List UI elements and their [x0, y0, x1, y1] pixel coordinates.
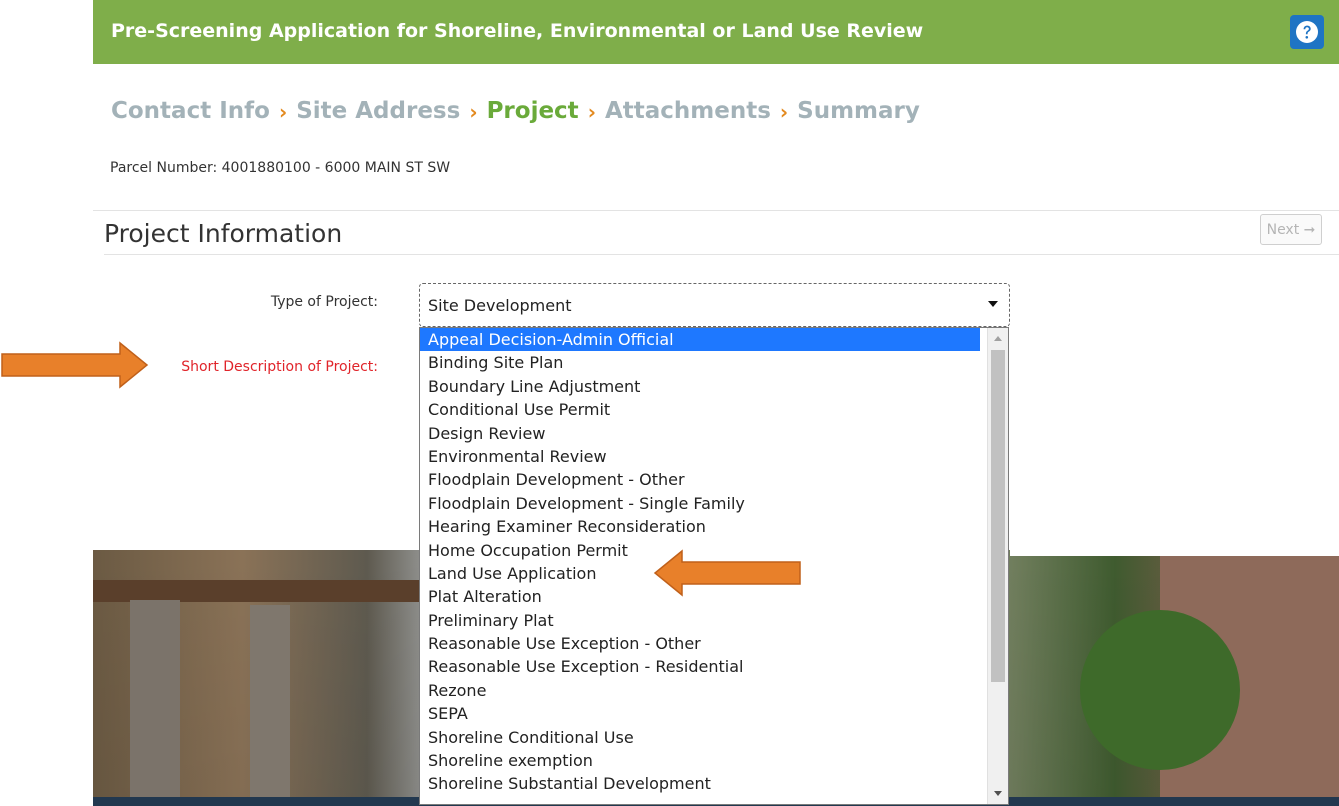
- dropdown-option[interactable]: Appeal Decision-Admin Official: [420, 328, 980, 352]
- breadcrumb-step-contact-info[interactable]: Contact Info: [111, 98, 270, 124]
- photo-pillar: [250, 605, 290, 806]
- dropdown-option[interactable]: Preliminary Plat: [420, 609, 980, 632]
- dropdown-option[interactable]: Floodplain Development - Other: [420, 468, 980, 491]
- content-panel-edge: [1010, 488, 1339, 556]
- dropdown-option[interactable]: Conditional Use Permit: [420, 398, 980, 421]
- question-circle-icon: [1296, 21, 1318, 43]
- dropdown-option[interactable]: Reasonable Use Exception - Other: [420, 632, 980, 655]
- help-button[interactable]: [1290, 15, 1324, 49]
- divider: [104, 254, 1339, 255]
- dropdown-option[interactable]: Shoreline Substantial Development: [420, 772, 980, 795]
- dropdown-option[interactable]: Shoreline exemption: [420, 749, 980, 772]
- breadcrumb-step-project[interactable]: Project: [487, 98, 579, 124]
- breadcrumb-step-attachments[interactable]: Attachments: [605, 98, 771, 124]
- dropdown-option[interactable]: Reasonable Use Exception - Residential: [420, 655, 980, 678]
- caret-down-icon: [988, 301, 998, 307]
- scroll-down-icon[interactable]: [993, 790, 1003, 798]
- photo-pillar: [130, 600, 180, 806]
- dropdown-option[interactable]: SEPA: [420, 702, 980, 725]
- breadcrumb-step-summary[interactable]: Summary: [797, 98, 920, 124]
- type-of-project-select[interactable]: Site Development: [419, 283, 1010, 327]
- scroll-up-icon[interactable]: [993, 334, 1003, 342]
- annotation-arrow-right-icon: [1, 341, 149, 389]
- dropdown-scrollbar[interactable]: [987, 328, 1008, 804]
- photo-tree: [1080, 610, 1240, 770]
- chevron-right-icon: ›: [779, 100, 789, 124]
- parcel-number: Parcel Number: 4001880100 - 6000 MAIN ST…: [110, 160, 451, 176]
- page-title: Pre-Screening Application for Shoreline,…: [111, 20, 924, 42]
- chevron-right-icon: ›: [587, 100, 596, 124]
- type-of-project-label: Type of Project:: [270, 294, 378, 310]
- divider: [93, 210, 1339, 211]
- scrollbar-thumb[interactable]: [991, 350, 1005, 682]
- dropdown-option[interactable]: Rezone: [420, 679, 980, 702]
- next-button-label: Next ➞: [1266, 221, 1316, 238]
- dropdown-option[interactable]: Environmental Review: [420, 445, 980, 468]
- app-header: Pre-Screening Application for Shoreline,…: [93, 0, 1339, 64]
- next-button[interactable]: Next ➞: [1260, 214, 1322, 245]
- photo-beam: [93, 580, 423, 602]
- dropdown-option[interactable]: Boundary Line Adjustment: [420, 375, 980, 398]
- dropdown-option[interactable]: Floodplain Development - Single Family: [420, 492, 980, 515]
- dropdown-option[interactable]: Hearing Examiner Reconsideration: [420, 515, 980, 538]
- chevron-right-icon: ›: [278, 100, 288, 124]
- annotation-arrow-left-icon: [653, 549, 801, 597]
- short-description-label: Short Description of Project:: [181, 359, 378, 375]
- dropdown-option[interactable]: Shoreline Conditional Use: [420, 726, 980, 749]
- selected-value: Site Development: [428, 296, 572, 315]
- dropdown-option[interactable]: Binding Site Plan: [420, 351, 980, 374]
- chevron-right-icon: ›: [469, 100, 478, 124]
- breadcrumb: Contact Info › Site Address › Project › …: [111, 96, 920, 126]
- section-title: Project Information: [104, 219, 343, 248]
- page-margin: [0, 495, 93, 806]
- dropdown-option[interactable]: Design Review: [420, 422, 980, 445]
- breadcrumb-step-site-address[interactable]: Site Address: [296, 98, 460, 124]
